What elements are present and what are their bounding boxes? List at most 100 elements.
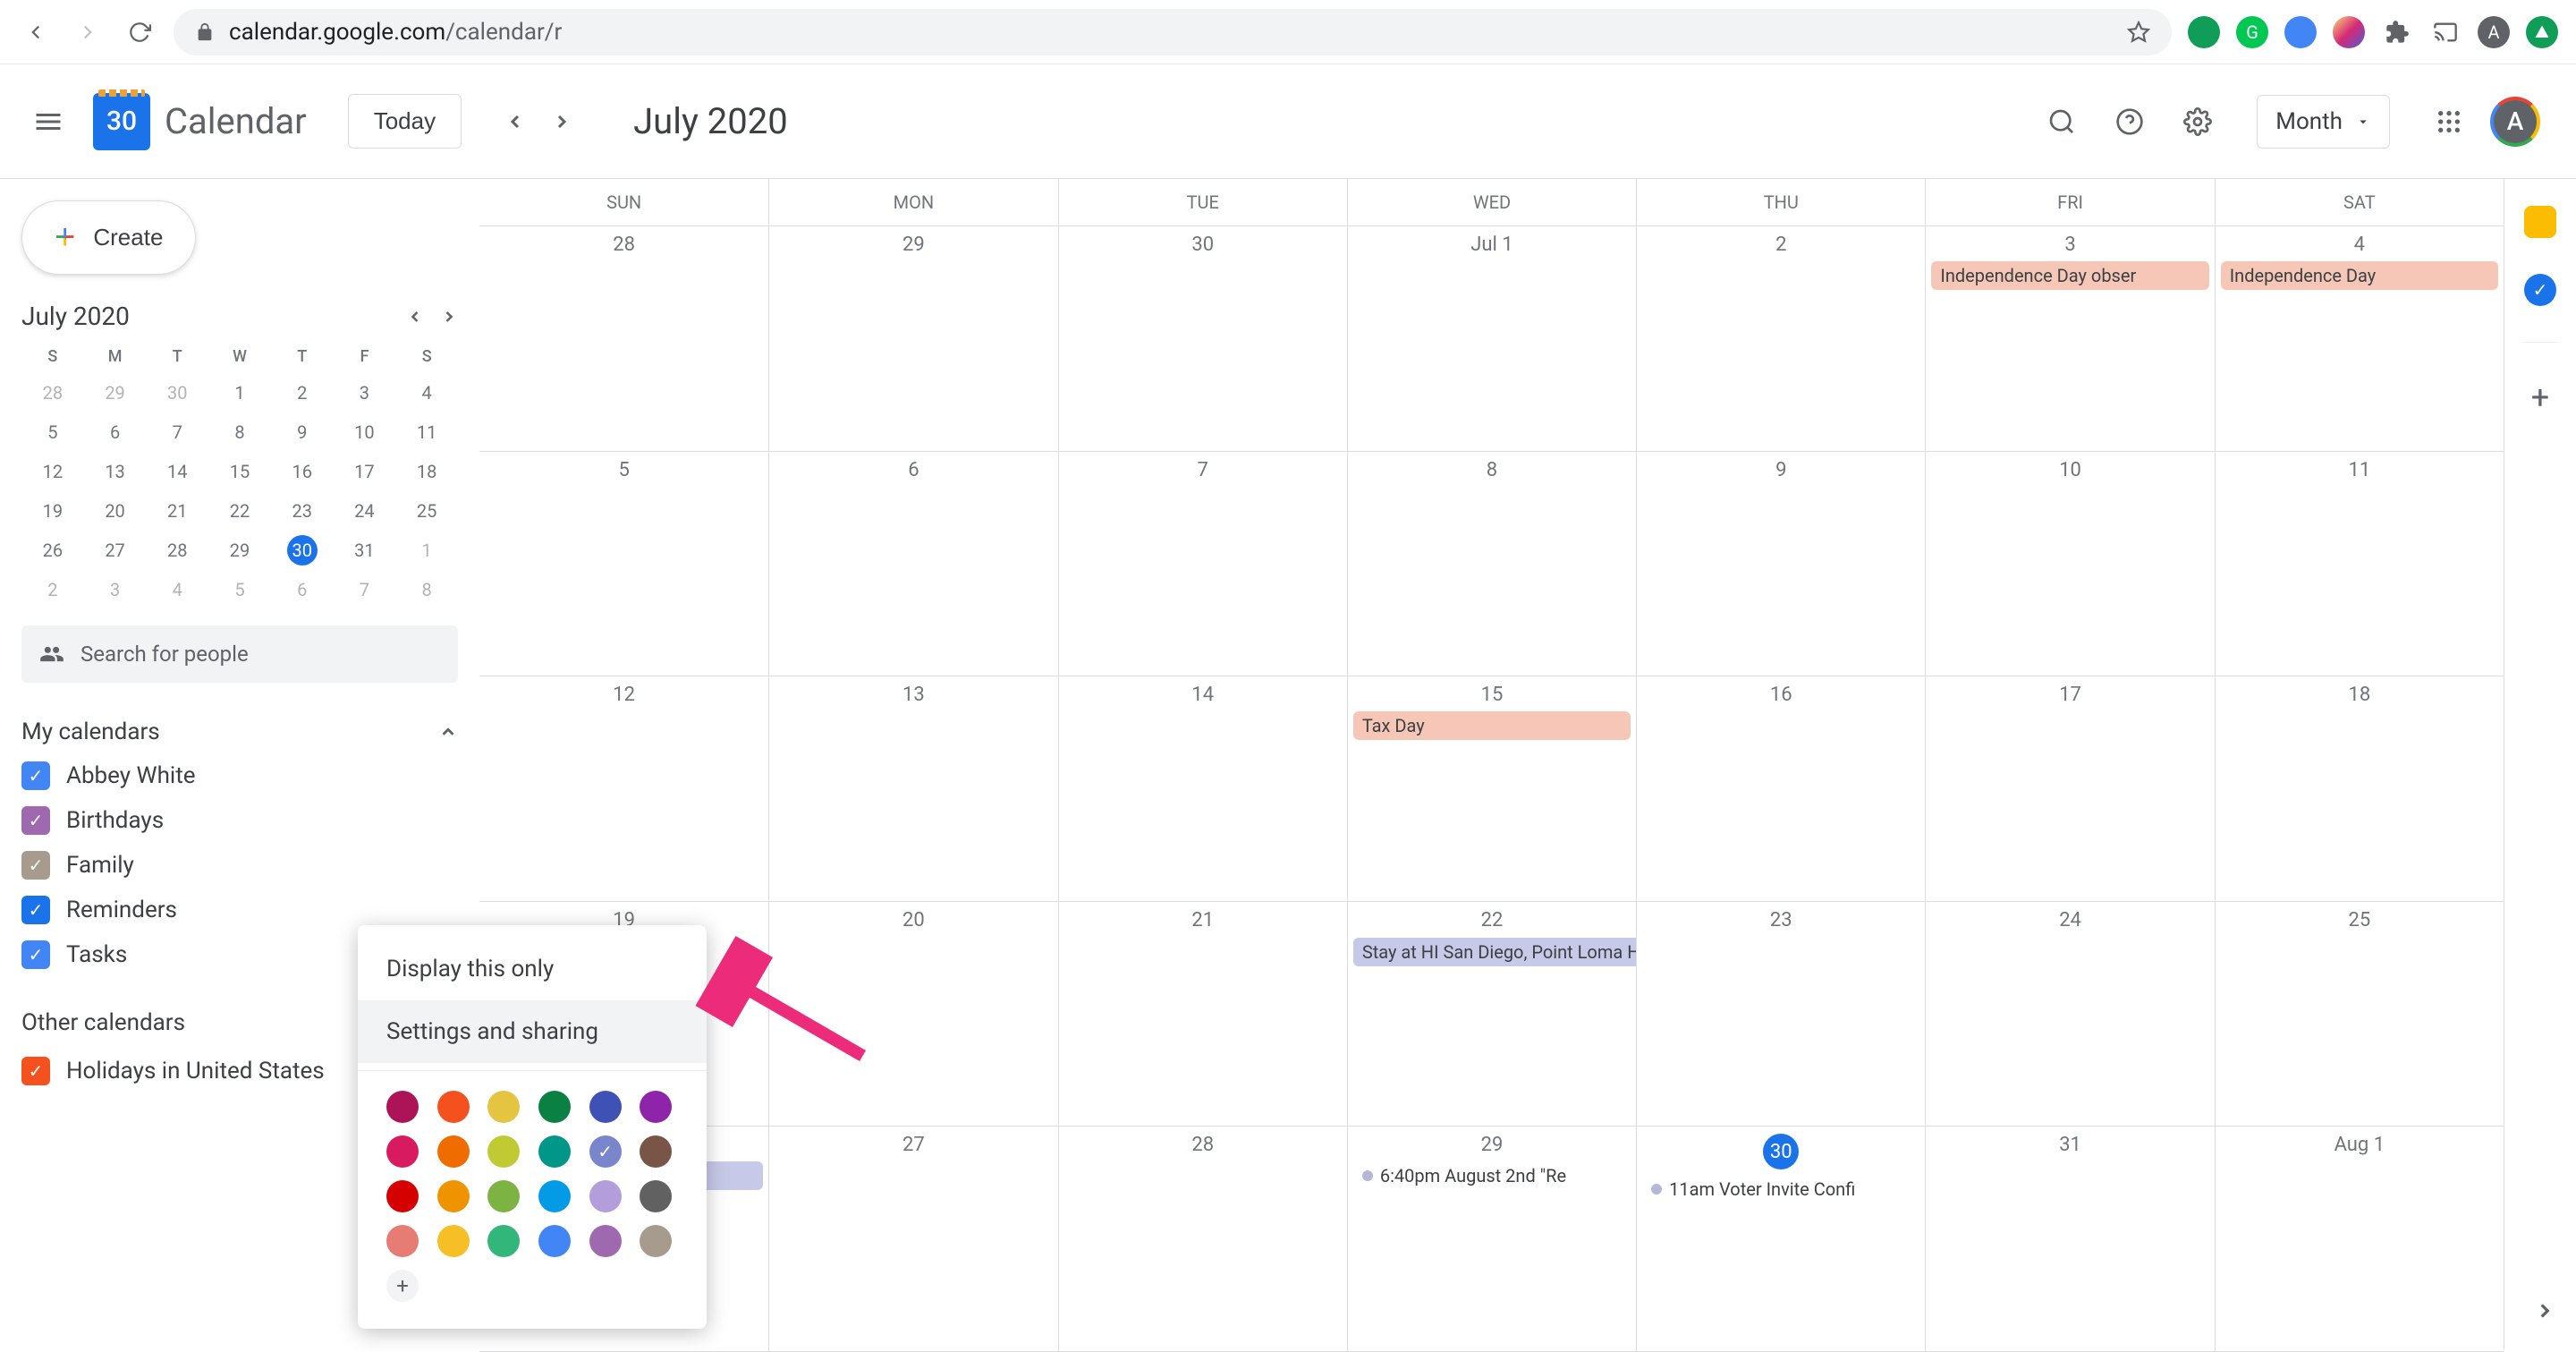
app-logo[interactable]: 30 Calendar [93,93,307,150]
create-button[interactable]: + Create [21,200,196,275]
color-swatch[interactable] [538,1225,571,1257]
prev-period-button[interactable] [494,100,537,143]
day-cell[interactable]: 31 [1925,1127,2214,1351]
browser-forward-button[interactable] [70,14,106,50]
day-cell[interactable]: 15Tax Day [1347,676,1636,901]
color-swatch[interactable] [437,1180,470,1212]
search-people-input[interactable]: Search for people [21,625,458,683]
browser-url-bar[interactable]: calendar.google.com/calendar/r [174,9,2172,55]
day-cell[interactable]: 13 [768,676,1057,901]
cast-icon[interactable] [2429,16,2462,48]
day-cell[interactable]: 23 [1636,902,1925,1127]
day-cell[interactable]: 5 [479,452,768,676]
main-menu-button[interactable] [27,100,70,143]
day-cell[interactable]: 17 [1925,676,2214,901]
color-swatch[interactable] [487,1180,520,1212]
mini-day-cell[interactable]: 24 [334,493,396,529]
day-cell[interactable]: Aug 1 [2215,1127,2504,1351]
day-cell[interactable]: 24 [1925,902,2214,1127]
event-chip[interactable]: 6:40pm August 2nd "Re [1353,1161,1631,1190]
mini-day-cell[interactable]: 12 [21,454,84,489]
color-swatch[interactable] [386,1180,419,1212]
mini-day-cell[interactable]: 14 [146,454,208,489]
mini-day-cell[interactable]: 2 [271,375,334,411]
mini-day-cell[interactable]: 22 [208,493,271,529]
mini-day-cell[interactable]: 15 [208,454,271,489]
event-chip[interactable]: Independence Day obser [1931,261,2208,290]
mini-day-cell[interactable]: 28 [146,532,208,568]
mini-day-cell[interactable]: 17 [334,454,396,489]
day-cell[interactable]: 11 [2215,452,2504,676]
day-cell[interactable]: 25 [2215,902,2504,1127]
mini-day-cell[interactable]: 7 [334,572,396,608]
day-cell[interactable]: 7 [1058,452,1347,676]
mini-day-cell[interactable]: 8 [208,414,271,450]
calendar-checkbox[interactable]: ✓ [21,761,50,790]
day-cell[interactable]: 296:40pm August 2nd "Re [1347,1127,1636,1351]
tasks-icon[interactable] [2524,274,2556,306]
mini-day-cell[interactable]: 18 [395,454,458,489]
color-swatch[interactable] [640,1225,672,1257]
context-settings-sharing[interactable]: Settings and sharing [358,1000,707,1063]
next-period-button[interactable] [540,100,583,143]
color-swatch[interactable] [487,1135,520,1168]
event-chip[interactable]: Independence Day [2221,261,2498,290]
mini-day-cell[interactable]: 9 [271,414,334,450]
mini-day-cell[interactable]: 26 [21,532,84,568]
color-swatch[interactable] [538,1135,571,1168]
calendar-list-item[interactable]: ✓Abbey White [21,761,458,790]
event-chip[interactable]: 11am Voter Invite Confi [1642,1175,1919,1203]
mini-day-cell[interactable]: 16 [271,454,334,489]
day-cell[interactable]: 29 [768,226,1057,451]
day-cell[interactable]: 6 [768,452,1057,676]
help-button[interactable] [2103,95,2157,149]
color-swatch[interactable] [487,1091,520,1123]
color-swatch[interactable] [386,1225,419,1257]
settings-button[interactable] [2171,95,2224,149]
keep-icon[interactable] [2524,206,2556,238]
mini-day-cell[interactable]: 5 [208,572,271,608]
day-cell[interactable]: 21 [1058,902,1347,1127]
mini-prev-button[interactable] [406,308,424,326]
google-apps-button[interactable] [2422,95,2476,149]
star-icon[interactable] [2127,21,2150,44]
browser-back-button[interactable] [18,14,54,50]
chrome-profile-avatar[interactable]: A [2478,16,2510,48]
calendar-list-item[interactable]: ✓Reminders [21,896,458,924]
extension-icon-4[interactable] [2333,16,2365,48]
hide-side-panel-button[interactable] [2533,1299,2556,1322]
browser-reload-button[interactable] [122,14,157,50]
mini-next-button[interactable] [440,308,458,326]
color-swatch[interactable] [386,1135,419,1168]
mini-day-cell[interactable]: 28 [21,375,84,411]
view-selector[interactable]: Month [2257,95,2390,149]
color-swatch[interactable] [589,1180,622,1212]
calendar-checkbox[interactable]: ✓ [21,806,50,835]
mini-day-cell[interactable]: 19 [21,493,84,529]
extensions-puzzle-icon[interactable] [2381,16,2413,48]
context-display-only[interactable]: Display this only [358,938,707,1000]
mini-day-cell[interactable]: 5 [21,414,84,450]
color-swatch[interactable] [589,1225,622,1257]
today-button[interactable]: Today [348,94,462,149]
extension-icon-5[interactable] [2526,16,2558,48]
mini-day-cell[interactable]: 1 [208,375,271,411]
day-cell[interactable]: 3Independence Day obser [1925,226,2214,451]
color-swatch[interactable] [437,1225,470,1257]
mini-day-cell[interactable]: 7 [146,414,208,450]
day-cell[interactable]: 3011am Voter Invite Confi [1636,1127,1925,1351]
color-swatch[interactable] [437,1135,470,1168]
mini-day-cell[interactable]: 3 [334,375,396,411]
extension-icon-2[interactable]: G [2236,16,2268,48]
day-cell[interactable]: Jul 1 [1347,226,1636,451]
add-custom-color-button[interactable]: + [386,1270,419,1302]
day-cell[interactable]: 30 [1058,226,1347,451]
color-swatch[interactable] [640,1091,672,1123]
mini-day-cell[interactable]: 30 [146,375,208,411]
day-cell[interactable]: 4Independence Day [2215,226,2504,451]
mini-day-cell[interactable]: 4 [395,375,458,411]
mini-day-cell[interactable]: 8 [395,572,458,608]
color-swatch[interactable] [640,1180,672,1212]
color-swatch[interactable] [589,1091,622,1123]
color-swatch[interactable] [487,1225,520,1257]
